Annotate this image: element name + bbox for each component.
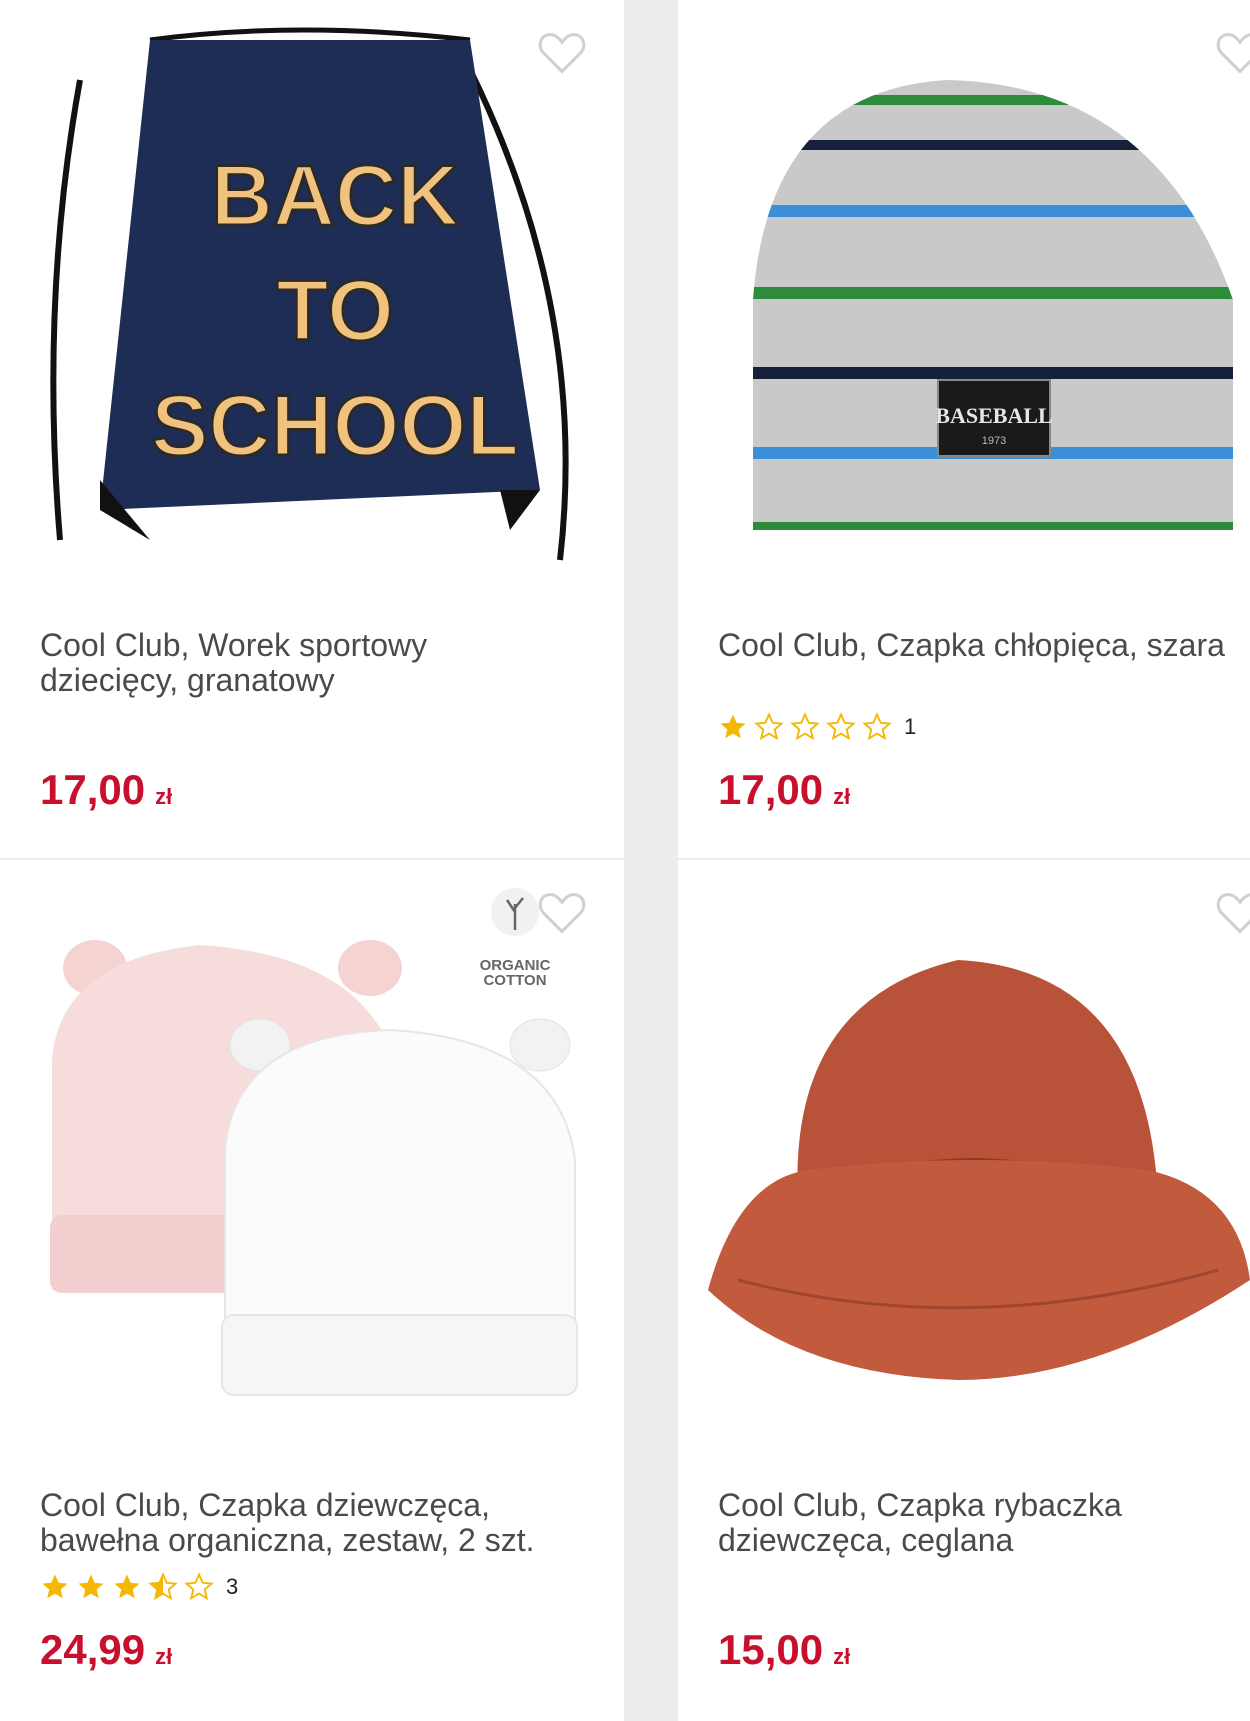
price-currency: zł — [833, 1644, 851, 1669]
bag-print-line-3: SCHOOL — [151, 378, 519, 474]
star-empty-icon — [826, 712, 856, 741]
price-value: 17,00 — [718, 766, 824, 813]
price-value: 24,99 — [40, 1626, 146, 1673]
product-price: 17,00 zł — [40, 766, 172, 814]
star-empty-icon — [754, 712, 784, 741]
product-card[interactable]: ORGANIC COTTON Cool Club, Czapka dziewcz… — [0, 860, 624, 1721]
star-filled-icon — [78, 1574, 104, 1599]
star-half-icon — [148, 1572, 178, 1601]
product-rating: 3 — [40, 1572, 238, 1602]
product-grid: BACK TO SCHOOL Cool Club, Worek sportowy… — [0, 0, 1250, 1721]
star-empty-icon — [790, 712, 820, 741]
price-value: 15,00 — [718, 1626, 824, 1673]
price-currency: zł — [155, 784, 173, 809]
star-filled-icon — [720, 714, 746, 739]
wishlist-heart-icon[interactable] — [1214, 888, 1250, 936]
product-image-drawstring-bag[interactable]: BACK TO SCHOOL — [0, 0, 624, 590]
tree-icon — [491, 888, 539, 936]
beanie-patch-text: BASEBALL — [935, 403, 1052, 428]
product-title[interactable]: Cool Club, Czapka rybaczka dziewczęca, c… — [718, 1488, 1238, 1558]
product-rating: 1 — [718, 712, 916, 742]
star-filled-icon — [42, 1574, 68, 1599]
star-empty-icon — [184, 1572, 214, 1601]
product-price: 15,00 zł — [718, 1626, 850, 1674]
bag-print-line-2: TO — [276, 263, 394, 359]
star-filled-icon — [114, 1574, 140, 1599]
price-currency: zł — [833, 784, 851, 809]
product-price: 24,99 zł — [40, 1626, 172, 1674]
product-card[interactable]: BACK TO SCHOOL Cool Club, Worek sportowy… — [0, 0, 624, 858]
bag-print-line-1: BACK — [211, 148, 459, 244]
organic-cotton-label: ORGANIC COTTON — [479, 957, 551, 989]
rating-count: 3 — [226, 1574, 239, 1599]
beanie-patch-year: 1973 — [982, 435, 1006, 447]
product-title[interactable]: Cool Club, Czapka dziewczęca, bawełna or… — [40, 1488, 560, 1558]
product-image-bucket-hat[interactable] — [678, 860, 1250, 1450]
product-card[interactable]: Cool Club, Czapka rybaczka dziewczęca, c… — [678, 860, 1250, 1721]
rating-count: 1 — [904, 714, 917, 739]
wishlist-heart-icon[interactable] — [536, 888, 588, 936]
product-title[interactable]: Cool Club, Worek sportowy dziecięcy, gra… — [40, 628, 560, 698]
price-currency: zł — [155, 1644, 173, 1669]
wishlist-heart-icon[interactable] — [1214, 28, 1250, 76]
star-empty-icon — [862, 712, 892, 741]
product-card[interactable]: BASEBALL 1973 Cool Club, Czapka chłopięc… — [678, 0, 1250, 858]
product-price: 17,00 zł — [718, 766, 850, 814]
price-value: 17,00 — [40, 766, 146, 813]
wishlist-heart-icon[interactable] — [536, 28, 588, 76]
product-image-striped-beanie[interactable]: BASEBALL 1973 — [678, 0, 1250, 590]
product-title[interactable]: Cool Club, Czapka chłopięca, szara — [718, 628, 1238, 663]
